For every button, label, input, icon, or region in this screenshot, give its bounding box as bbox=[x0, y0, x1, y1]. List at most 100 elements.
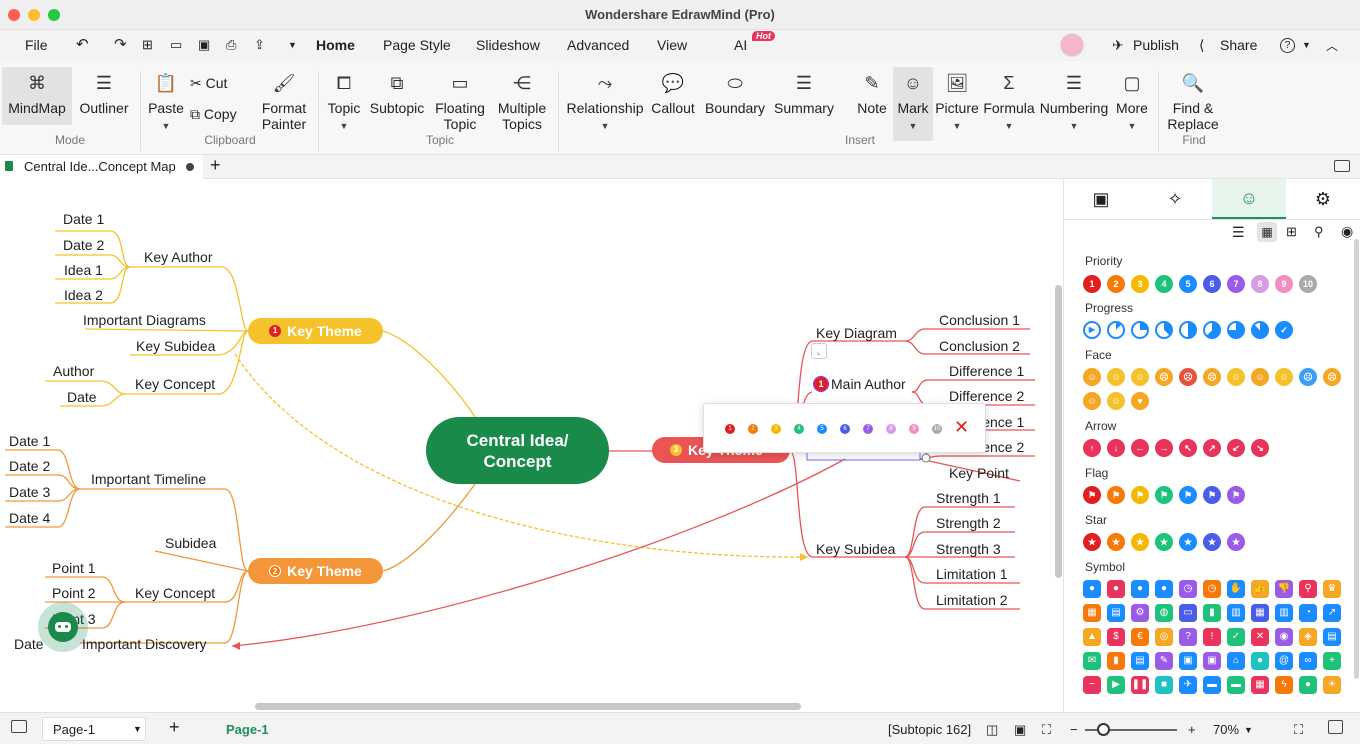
arrow-left-icon[interactable]: ← bbox=[1131, 439, 1149, 457]
priority-chip-10[interactable]: 10 bbox=[1299, 275, 1317, 293]
progress-75-icon[interactable] bbox=[1227, 321, 1245, 339]
picture-button[interactable]: 🖼 Picture ▼ bbox=[934, 72, 980, 134]
minus-icon[interactable]: − bbox=[1083, 676, 1101, 694]
page-tab-active[interactable]: Page-1 bbox=[226, 722, 269, 737]
paste-button[interactable]: 📋 Paste ▼ bbox=[146, 72, 186, 134]
tab-view[interactable]: View bbox=[657, 37, 687, 53]
face-heart-eyes-icon[interactable]: ♥ bbox=[1131, 392, 1149, 410]
coin-icon[interactable]: ◎ bbox=[1155, 628, 1173, 646]
tab-advanced[interactable]: Advanced bbox=[567, 37, 629, 53]
face-grin-icon[interactable]: ☺ bbox=[1083, 368, 1101, 386]
export-icon[interactable]: ⇪ bbox=[254, 37, 265, 53]
key-subidea-node[interactable]: Key Subidea bbox=[136, 338, 215, 354]
zoom-level[interactable]: 70% bbox=[1213, 722, 1239, 737]
progress-87-icon[interactable] bbox=[1251, 321, 1269, 339]
idea-1-node[interactable]: Idea 1 bbox=[64, 262, 103, 278]
tab-slideshow[interactable]: Slideshow bbox=[476, 37, 540, 53]
arrow-right-icon[interactable]: → bbox=[1155, 439, 1173, 457]
book-view-icon[interactable]: ◫ bbox=[986, 722, 998, 738]
new-file-icon[interactable]: ⊞ bbox=[142, 37, 153, 53]
question-icon[interactable]: ? bbox=[1179, 628, 1197, 646]
chart-icon[interactable]: ▤ bbox=[1107, 604, 1125, 622]
difference-1-node[interactable]: Difference 1 bbox=[949, 363, 1024, 379]
subtopic-button[interactable]: ⧉ Subtopic bbox=[368, 72, 426, 116]
discovery-date-node[interactable]: Date bbox=[14, 636, 44, 652]
gift-icon[interactable]: ▦ bbox=[1251, 676, 1269, 694]
cut-button[interactable]: ✂ Cut bbox=[190, 75, 227, 91]
star-yellow-icon[interactable]: ★ bbox=[1131, 533, 1149, 551]
date-2-node[interactable]: Date 2 bbox=[63, 237, 104, 253]
alarm-icon[interactable]: ◷ bbox=[1179, 580, 1197, 598]
arrow-down-left-icon[interactable]: ↙ bbox=[1227, 439, 1245, 457]
airplane-icon[interactable]: ✈ bbox=[1179, 676, 1197, 694]
add-page-icon[interactable]: + bbox=[169, 717, 180, 738]
important-discovery-node[interactable]: Important Discovery bbox=[82, 636, 206, 652]
fit-width-icon[interactable]: ⛶ bbox=[1042, 722, 1051, 738]
face-glasses-icon[interactable]: ☺ bbox=[1131, 368, 1149, 386]
pause-icon[interactable]: ❚❚ bbox=[1131, 676, 1149, 694]
stop-icon[interactable]: ■ bbox=[1155, 676, 1173, 694]
conclusion-2-node[interactable]: Conclusion 2 bbox=[939, 338, 1020, 354]
share-icon[interactable]: ⟨ bbox=[1199, 37, 1204, 54]
flash-icon[interactable]: ϟ bbox=[1275, 676, 1293, 694]
tab-style-icon[interactable]: ▣ bbox=[1064, 179, 1138, 219]
help-icon[interactable]: ? bbox=[1280, 38, 1295, 53]
copy-button[interactable]: ⧉ Copy bbox=[190, 106, 237, 122]
tab-home[interactable]: Home bbox=[316, 37, 355, 53]
file-menu[interactable]: File bbox=[25, 37, 48, 53]
document-icon[interactable]: ▤ bbox=[1323, 628, 1341, 646]
date-1-node[interactable]: Date 1 bbox=[63, 211, 104, 227]
face-angry-icon[interactable]: ☹ bbox=[1179, 368, 1197, 386]
tab-page-style[interactable]: Page Style bbox=[383, 37, 451, 53]
euro-icon[interactable]: € bbox=[1131, 628, 1149, 646]
play-icon[interactable]: ▶ bbox=[1107, 676, 1125, 694]
quick-access-dropdown-icon[interactable]: ▼ bbox=[288, 40, 297, 50]
idea-2-node[interactable]: Idea 2 bbox=[64, 287, 103, 303]
zoom-dropdown-icon[interactable]: ▼ bbox=[1244, 725, 1253, 735]
remove-mark-icon[interactable]: ✕ bbox=[954, 417, 969, 438]
person-female-icon[interactable]: ● bbox=[1107, 580, 1125, 598]
priority-chip-8[interactable]: 8 bbox=[1251, 275, 1269, 293]
person-group-icon[interactable]: ● bbox=[1131, 580, 1149, 598]
avatar[interactable] bbox=[1060, 33, 1084, 57]
strength-1-node[interactable]: Strength 1 bbox=[936, 490, 1001, 506]
mindmap-canvas[interactable]: 1 Key Theme Key Author Date 1 Date 2 Idea… bbox=[0, 179, 1063, 712]
key-author-node[interactable]: Key Author bbox=[144, 249, 213, 265]
flag-yellow-icon[interactable]: ⚑ bbox=[1131, 486, 1149, 504]
tab-mark-icon[interactable]: ☺ bbox=[1212, 179, 1286, 219]
lightbulb-icon[interactable]: ◉ bbox=[1275, 628, 1293, 646]
tab-ai-sparkle-icon[interactable]: ✧ bbox=[1138, 179, 1212, 219]
star-indigo-icon[interactable]: ★ bbox=[1203, 533, 1221, 551]
unsaved-dot-icon[interactable] bbox=[186, 163, 194, 171]
priority-chip-5[interactable]: 5 bbox=[1179, 275, 1197, 293]
list-view-icon[interactable]: ☰ bbox=[1232, 224, 1245, 241]
publish-icon[interactable]: ✈ bbox=[1112, 37, 1124, 54]
timeline-date-4[interactable]: Date 4 bbox=[9, 510, 50, 526]
central-topic[interactable]: Central Idea/Concept bbox=[426, 417, 609, 484]
callout-button[interactable]: 💬 Callout bbox=[648, 72, 698, 116]
outliner-button[interactable]: ☰ Outliner bbox=[76, 72, 132, 116]
popup-priority-3[interactable]: 3 bbox=[771, 424, 781, 434]
lock-icon[interactable]: ▣ bbox=[1179, 652, 1197, 670]
fullscreen-icon[interactable]: ⛶ bbox=[1294, 722, 1303, 738]
trophy-icon[interactable]: ♛ bbox=[1323, 580, 1341, 598]
search-icon[interactable]: ⚲ bbox=[1299, 580, 1317, 598]
sun-icon[interactable]: ☀ bbox=[1323, 676, 1341, 694]
timeline-date-3[interactable]: Date 3 bbox=[9, 484, 50, 500]
book-icon[interactable]: ▮ bbox=[1107, 652, 1125, 670]
collapse-ribbon-icon[interactable]: ︿ bbox=[1326, 37, 1338, 54]
flag-blue-icon[interactable]: ⚑ bbox=[1179, 486, 1197, 504]
priority-chip-1[interactable]: 1 bbox=[1083, 275, 1101, 293]
flag-orange-icon[interactable]: ⚑ bbox=[1107, 486, 1125, 504]
point-2-node[interactable]: Point 2 bbox=[52, 585, 96, 601]
priority-chip-3[interactable]: 3 bbox=[1131, 275, 1149, 293]
point-1-node[interactable]: Point 1 bbox=[52, 560, 96, 576]
timeline-date-2[interactable]: Date 2 bbox=[9, 458, 50, 474]
side-panel-icon[interactable] bbox=[1328, 720, 1343, 734]
outline-panel-icon[interactable] bbox=[11, 720, 27, 733]
mindmap-button[interactable]: ⌘ MindMap bbox=[2, 67, 72, 125]
star-orange-icon[interactable]: ★ bbox=[1107, 533, 1125, 551]
calendar-icon[interactable]: ▦ bbox=[1083, 604, 1101, 622]
print-icon[interactable]: ⎙ bbox=[226, 37, 236, 53]
handshake-icon[interactable]: ✋ bbox=[1227, 580, 1245, 598]
